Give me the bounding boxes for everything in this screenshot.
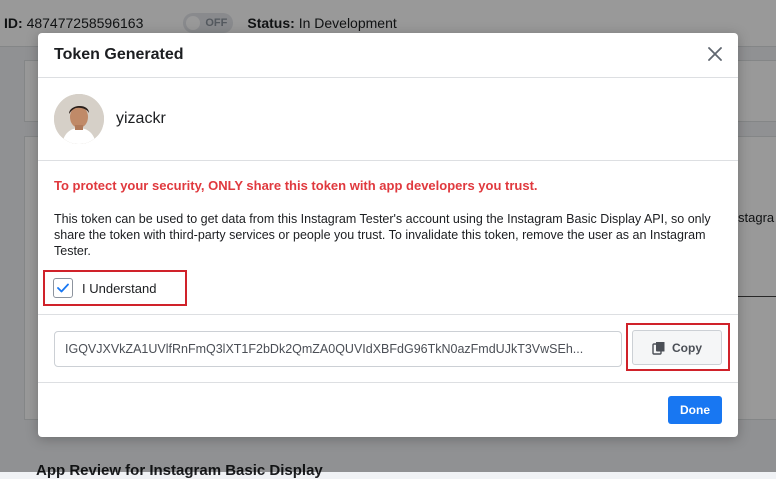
close-icon (708, 47, 722, 61)
checkmark-icon (57, 283, 69, 293)
token-generated-dialog: Token Generated yizackr To protect your … (38, 33, 738, 437)
copy-icon (652, 341, 665, 355)
user-row: yizackr (38, 78, 738, 161)
user-photo (54, 94, 104, 144)
dialog-title: Token Generated (54, 46, 184, 63)
username: yizackr (116, 110, 166, 127)
understand-highlight: I Understand (43, 270, 187, 306)
dialog-header: Token Generated (38, 33, 738, 78)
security-warning: To protect your security, ONLY share thi… (54, 178, 538, 193)
token-field[interactable]: IGQVJXVkZA1UVlfRnFmQ3lXT1F2bDk2QmZA0QUVI… (54, 331, 622, 367)
copy-label: Copy (672, 340, 702, 355)
divider (38, 314, 738, 315)
close-button[interactable] (704, 43, 726, 65)
token-info-text: This token can be used to get data from … (54, 212, 711, 258)
understand-checkbox[interactable] (53, 278, 73, 298)
divider (38, 382, 738, 383)
token-value: IGQVJXVkZA1UVlfRnFmQ3lXT1F2bDk2QmZA0QUVI… (65, 342, 584, 356)
avatar (54, 94, 104, 144)
done-button[interactable]: Done (668, 396, 722, 424)
understand-label: I Understand (82, 280, 157, 296)
copy-button[interactable]: Copy (632, 330, 722, 365)
